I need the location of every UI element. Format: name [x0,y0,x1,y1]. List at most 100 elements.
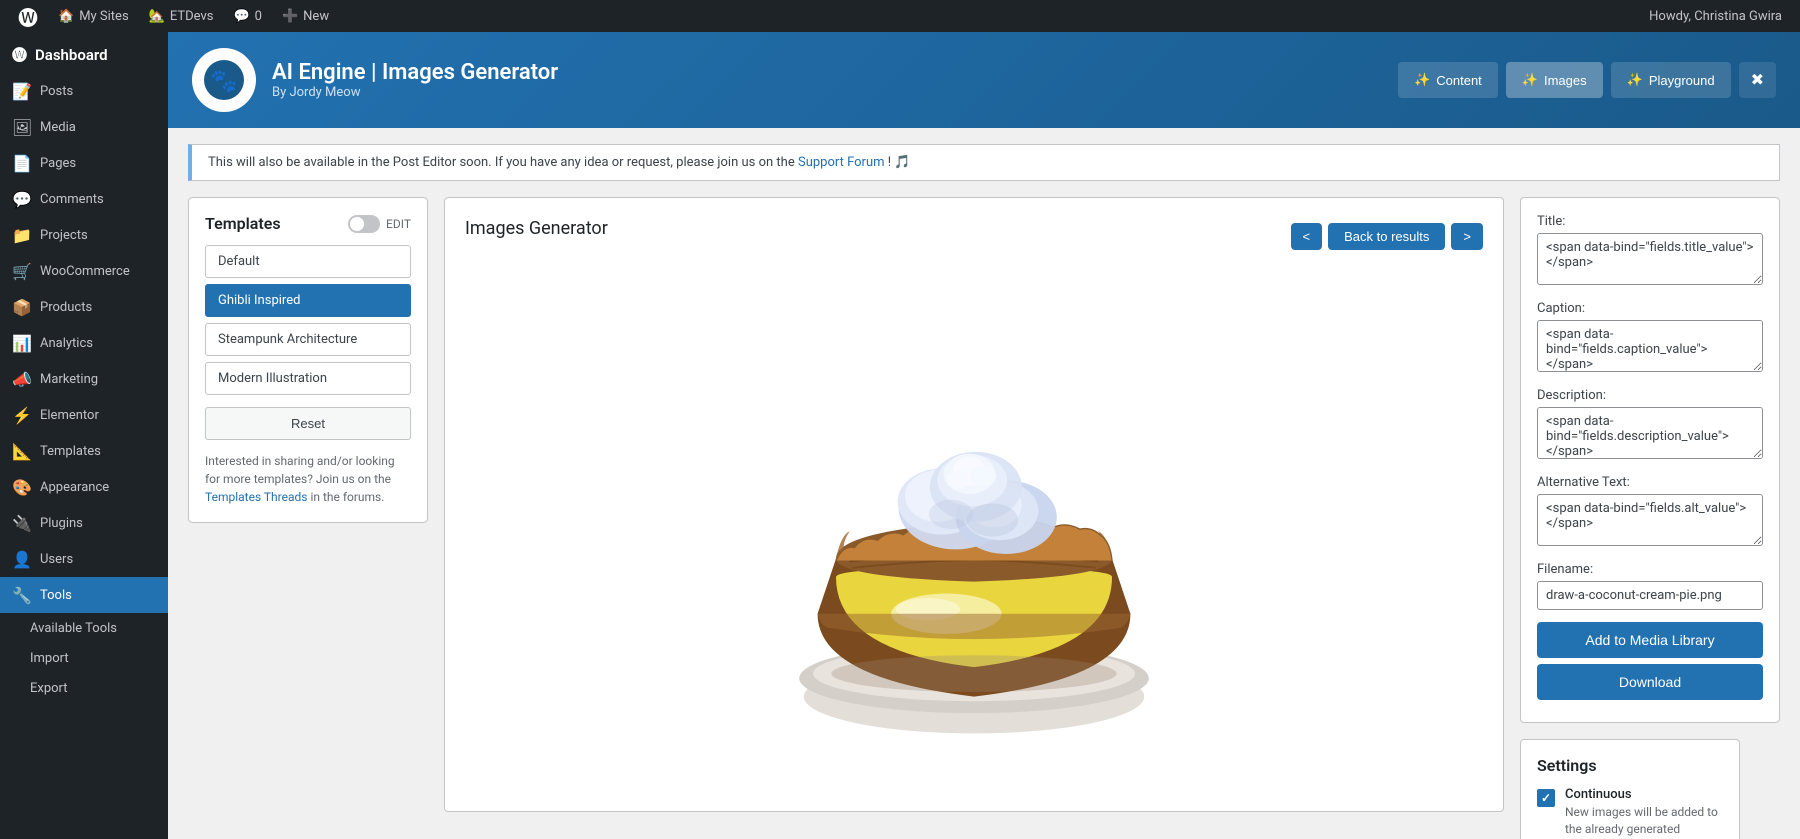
template-item-ghibli[interactable]: Ghibli Inspired [205,284,411,317]
sidebar-item-woocommerce[interactable]: 🛒 WooCommerce [0,253,168,289]
adminbar-comments-count: 0 [255,9,262,24]
sidebar-item-plugins[interactable]: 🔌 Plugins [0,505,168,541]
sidebar-item-projects[interactable]: 📁 Projects [0,217,168,253]
caption-label: Caption: [1537,301,1763,316]
adminbar-user-label: Howdy, Christina Gwira [1649,9,1782,24]
plugin-title-area: AI Engine | Images Generator By Jordy Me… [272,60,1382,100]
edit-toggle-knob [350,217,364,231]
sidebar-marketing-label: Marketing [40,372,98,387]
description-textarea[interactable]: <span data-bind="fields.description_valu… [1537,407,1763,459]
adminbar-comments[interactable]: 💬 0 [223,0,272,32]
template-item-modern[interactable]: Modern Illustration [205,362,411,395]
sidebar-sub-available-tools[interactable]: Available Tools [0,613,168,643]
edit-label: EDIT [386,217,411,231]
download-button[interactable]: Download [1537,664,1763,700]
sidebar-item-elementor[interactable]: ⚡ Elementor [0,397,168,433]
sidebar-item-analytics[interactable]: 📊 Analytics [0,325,168,361]
adminbar-site[interactable]: 🏡 ETDevs [139,0,224,32]
templates-threads-label: Templates Threads [205,490,307,504]
adminbar-user: Howdy, Christina Gwira [1639,9,1792,24]
sidebar-item-users[interactable]: 👤 Users [0,541,168,577]
sidebar-sub-export[interactable]: Export [0,673,168,703]
templates-note: Interested in sharing and/or looking for… [205,452,411,506]
sidebar-sub-import[interactable]: Import [0,643,168,673]
home-icon: 🏠 [58,9,74,24]
filename-label: Filename: [1537,562,1763,577]
settings-panel: Settings ✓ Continuous New images will be… [1520,739,1740,839]
support-forum-link[interactable]: Support Forum [798,155,888,170]
filename-input[interactable] [1537,581,1763,610]
plugin-logo: 🐾 [192,48,256,112]
caption-field-group: Caption: <span data-bind="fields.caption… [1537,301,1763,376]
continuous-checkbox[interactable]: ✓ [1537,789,1555,807]
sidebar-analytics-label: Analytics [40,336,93,351]
alt-textarea[interactable]: <span data-bind="fields.alt_value"></spa… [1537,494,1763,546]
edit-toggle-switch[interactable] [348,215,380,233]
adminbar-new-label: New [303,9,329,24]
sidebar-dashboard[interactable]: 🅦 Dashboard [0,32,168,73]
media-icon: 🖼 [12,118,32,137]
template-item-steampunk[interactable]: Steampunk Architecture [205,323,411,356]
description-field-group: Description: <span data-bind="fields.des… [1537,388,1763,463]
sidebar-export-label: Export [30,681,68,696]
adminbar-new[interactable]: ➕ New [272,0,339,32]
sidebar-templates-label: Templates [40,444,101,459]
sidebar-item-appearance[interactable]: 🎨 Appearance [0,469,168,505]
marketing-icon: 📣 [12,370,32,389]
header-nav-content-label: Content [1436,73,1482,88]
sidebar-item-marketing[interactable]: 📣 Marketing [0,361,168,397]
comments-icon: 💬 [233,9,249,24]
nav-back-label: Back to results [1344,229,1429,244]
templates-note-text: Interested in sharing and/or looking for… [205,454,395,486]
caption-textarea[interactable]: <span data-bind="fields.caption_value"><… [1537,320,1763,372]
header-nav-playground-label: Playground [1649,73,1715,88]
sidebar-item-comments[interactable]: 💬 Comments [0,181,168,217]
toggle-edit-area: EDIT [348,215,411,233]
adminbar-mysites[interactable]: 🏠 My Sites [48,0,139,32]
sidebar-item-templates[interactable]: 📐 Templates [0,433,168,469]
header-nav-playground[interactable]: ✨ Playground [1611,62,1731,98]
header-nav-images[interactable]: ✨ Images [1506,62,1603,98]
template-modern-label: Modern Illustration [218,371,327,386]
sidebar: 🅦 Dashboard 📝 Posts 🖼 Media 📄 Pages 💬 Co… [0,32,168,839]
nav-prev-button[interactable]: < [1291,223,1323,250]
templates-threads-link[interactable]: Templates Threads [205,490,310,504]
template-steampunk-label: Steampunk Architecture [218,332,357,347]
sidebar-item-pages[interactable]: 📄 Pages [0,145,168,181]
reset-button[interactable]: Reset [205,407,411,440]
plugin-title: AI Engine | Images Generator [272,60,1382,85]
continuous-label: Continuous [1565,787,1723,802]
nav-back-button[interactable]: Back to results [1328,223,1445,250]
posts-icon: 📝 [12,82,32,101]
title-textarea[interactable]: <span data-bind="fields.title_value"></s… [1537,233,1763,285]
sidebar-item-products[interactable]: 📦 Products [0,289,168,325]
header-nav-content[interactable]: ✨ Content [1398,62,1498,98]
header-nav: ✨ Content ✨ Images ✨ Playground ✖ [1398,62,1776,98]
pages-icon: 📄 [12,154,32,173]
template-item-default[interactable]: Default [205,245,411,278]
template-default-label: Default [218,254,260,269]
sidebar-users-label: Users [40,552,73,567]
support-forum-label: Support Forum [798,155,885,170]
sidebar-item-posts[interactable]: 📝 Posts [0,73,168,109]
svg-text:🐾: 🐾 [210,69,237,94]
add-icon: ➕ [282,9,298,24]
three-col-layout: Templates EDIT Default Ghibli Inspired [188,197,1780,839]
admin-bar: 🅦 🏠 My Sites 🏡 ETDevs 💬 0 ➕ New Howdy, C… [0,0,1800,32]
header-close-button[interactable]: ✖ [1739,62,1776,98]
templates-note-after: in the forums. [310,490,384,504]
download-label: Download [1619,674,1681,690]
sidebar-available-tools-label: Available Tools [30,621,117,636]
sidebar-item-media[interactable]: 🖼 Media [0,109,168,145]
adminbar-wp-logo[interactable]: 🅦 [8,0,48,32]
sidebar-item-tools[interactable]: 🔧 Tools [0,577,168,613]
templates-panel-header: Templates EDIT [205,214,411,233]
content-star-icon: ✨ [1414,72,1430,88]
nav-prev-label: < [1303,229,1311,244]
elementor-icon: ⚡ [12,406,32,425]
title-field-group: Title: <span data-bind="fields.title_val… [1537,214,1763,289]
reset-label: Reset [291,416,325,431]
add-to-media-button[interactable]: Add to Media Library [1537,622,1763,658]
generated-image-container [465,271,1483,791]
nav-next-button[interactable]: > [1451,223,1483,250]
